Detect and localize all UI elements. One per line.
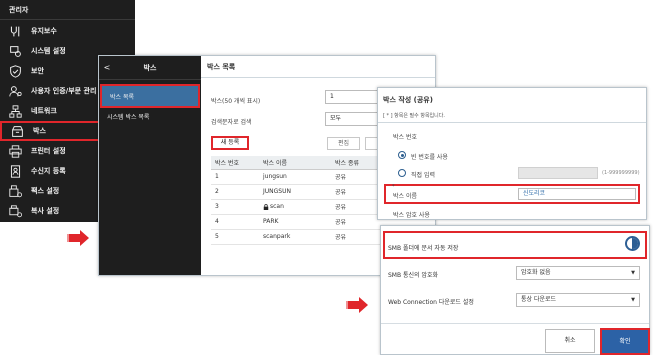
back-icon[interactable]: < <box>101 63 113 72</box>
column-header: 박스 이름 <box>259 156 331 170</box>
dialog-title: 박스 작성 (공유) <box>383 96 433 104</box>
sidebar-item-label: 복사 설정 <box>31 207 60 215</box>
smb-encrypt-value: 암호화 없음 <box>521 269 551 276</box>
page-title: 박스 목록 <box>201 56 435 78</box>
address-book-icon <box>8 164 22 178</box>
chevron-down-icon: ▼ <box>631 270 635 276</box>
printer-icon <box>8 144 22 158</box>
box-number: 2 <box>211 184 259 200</box>
web-download-label: Web Connection 다운로드 설정 <box>388 299 474 306</box>
arrow-right-icon <box>67 230 89 246</box>
divider <box>381 323 649 324</box>
admin-sidebar-header: 관리자 <box>0 0 135 20</box>
radio-direct-input-label: 직접 입력 <box>411 172 435 179</box>
box-name[interactable]: scanpark <box>259 229 331 245</box>
sidebar-item-box-list[interactable]: 박스 목록 <box>100 84 200 108</box>
new-register-button[interactable]: 새 등록 <box>211 136 249 150</box>
radio-empty-number[interactable] <box>398 151 406 159</box>
arrow-right-icon <box>346 297 368 313</box>
box-name[interactable]: jungsun <box>259 169 331 185</box>
user-auth-icon <box>8 84 22 98</box>
box-password-label: 박스 암호 사용 <box>393 212 430 219</box>
box-number: 1 <box>211 169 259 185</box>
sidebar-item-label: 수신지 등록 <box>31 167 66 175</box>
chevron-down-icon: ▼ <box>631 297 635 303</box>
box-number: 4 <box>211 214 259 230</box>
box-icon <box>10 124 24 138</box>
sidebar-item-label: 박스 <box>33 127 46 135</box>
fax-icon <box>8 184 22 198</box>
sidebar-item-label: 보안 <box>31 67 44 75</box>
box-number: 3 <box>211 199 259 215</box>
smb-auto-save-toggle[interactable] <box>625 236 640 251</box>
ok-button[interactable]: 확인 <box>600 328 650 355</box>
radio-empty-number-label: 빈 번호를 사용 <box>411 154 448 161</box>
sidebar-item-label: 시스템 설정 <box>31 47 66 55</box>
cancel-button[interactable]: 취소 <box>545 329 595 353</box>
box-name-input[interactable]: 신도리코 <box>518 188 636 200</box>
system-settings-icon <box>8 44 22 58</box>
web-download-value: 통상 다운로드 <box>521 296 557 303</box>
divider <box>378 122 646 123</box>
number-range-hint: (1-999999999) <box>602 170 640 176</box>
box-sidebar: < 박스 박스 목록 시스템 박스 목록 <box>99 56 201 275</box>
edit-button[interactable]: 편집 <box>327 137 360 150</box>
required-mark: * <box>392 184 395 190</box>
box-number-label: 박스 번호 <box>393 134 417 141</box>
smb-auto-save-label: SMB 폴더에 문서 자동 저장 <box>388 245 459 252</box>
copy-icon <box>8 204 22 218</box>
column-header: 박스 번호 <box>211 156 259 170</box>
shield-icon <box>8 64 22 78</box>
sidebar-item-system-box-list[interactable]: 시스템 박스 목록 <box>99 106 201 130</box>
box-sidebar-header: < 박스 <box>99 56 201 80</box>
sidebar-item-maintenance[interactable]: 유지보수 <box>0 21 135 41</box>
radio-direct-input[interactable] <box>398 169 406 177</box>
box-name-cell[interactable]: scan <box>259 199 331 215</box>
sidebar-item-label: 네트워크 <box>31 107 57 115</box>
maintenance-icon <box>8 24 22 38</box>
search-label: 검색문자로 검색 <box>211 119 252 126</box>
network-icon <box>8 104 22 118</box>
box-sidebar-title: 박스 <box>143 63 157 72</box>
sidebar-item-label: 유지보수 <box>31 27 57 35</box>
sidebar-item-label: 사용자 인증/부문 관리 <box>31 87 97 95</box>
display-count-label: 박스(50 개씩 표시) <box>211 98 261 105</box>
box-number: 5 <box>211 229 259 245</box>
box-name[interactable]: PARK <box>259 214 331 230</box>
lock-icon <box>263 203 269 210</box>
box-name[interactable]: JUNGSUN <box>259 184 331 200</box>
sidebar-item-label: 프린터 설정 <box>31 147 66 155</box>
sidebar-item-label: 팩스 설정 <box>31 187 60 195</box>
box-name: scan <box>270 203 284 210</box>
box-number-input[interactable] <box>518 167 598 179</box>
smb-encrypt-select[interactable]: 암호화 없음 ▼ <box>516 266 640 280</box>
required-note: [ * ] 항목은 필수 항목입니다. <box>383 113 445 119</box>
smb-encrypt-label: SMB 통신의 암호화 <box>388 272 439 279</box>
box-create-dialog: 박스 작성 (공유) [ * ] 항목은 필수 항목입니다. 박스 번호 빈 번… <box>377 87 647 220</box>
smb-settings-panel: SMB 폴더에 문서 자동 저장 SMB 통신의 암호화 암호화 없음 ▼ We… <box>380 225 650 355</box>
web-download-select[interactable]: 통상 다운로드 ▼ <box>516 293 640 307</box>
box-name-label: 박스 이름 <box>393 193 417 200</box>
